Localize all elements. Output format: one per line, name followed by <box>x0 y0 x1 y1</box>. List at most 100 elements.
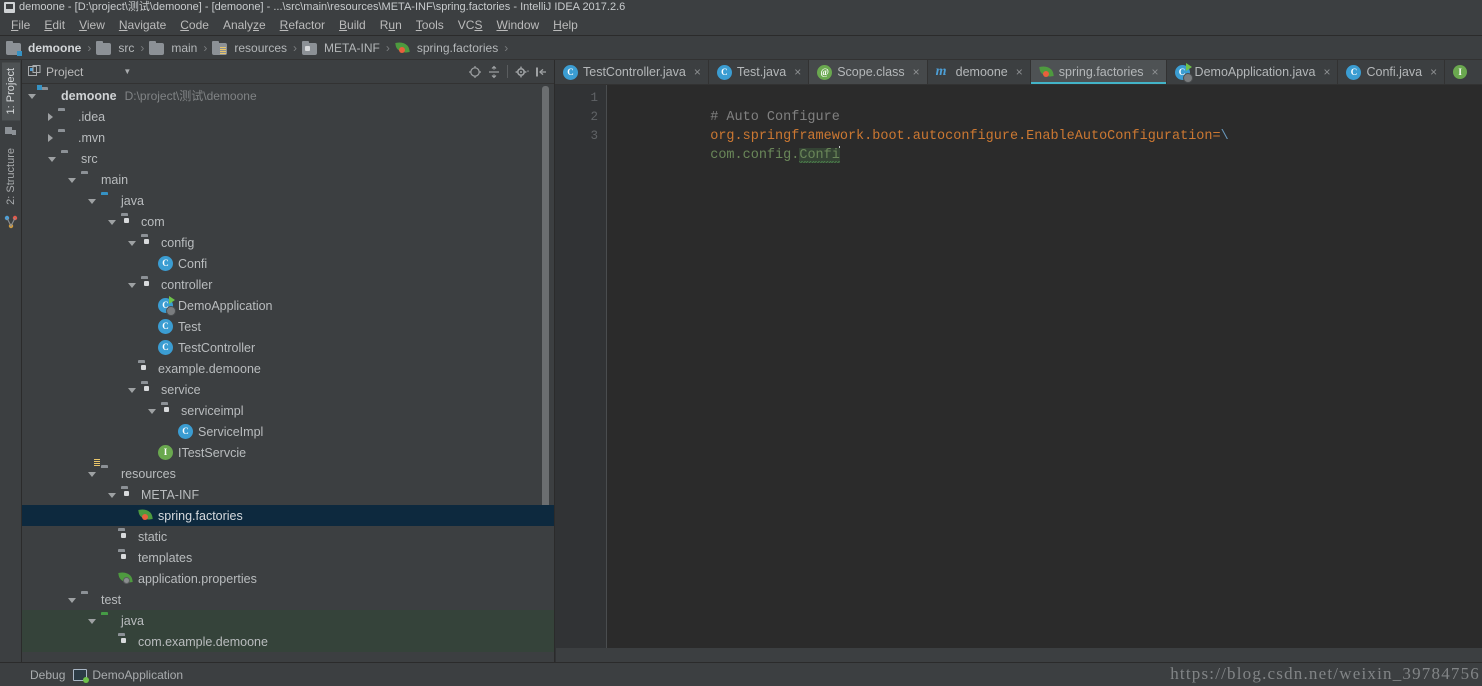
editor-tab-close-icon[interactable]: × <box>1152 65 1159 79</box>
tool-window-tab-structure[interactable]: 2: Structure <box>2 142 20 211</box>
menu-vcs[interactable]: VCS <box>451 15 490 35</box>
tree-row[interactable]: demoone D:\project\测试\demoone <box>22 84 554 106</box>
tree-row[interactable]: templates <box>22 547 554 568</box>
tree-row[interactable]: C DemoApplication <box>22 295 554 316</box>
breadcrumb-item-main[interactable]: main <box>149 40 197 55</box>
tree-row[interactable]: C TestController <box>22 337 554 358</box>
editor-tab-close-icon[interactable]: × <box>913 65 920 79</box>
hide-panel-icon[interactable] <box>532 63 550 81</box>
expand-arrow-open-icon[interactable] <box>28 94 36 99</box>
tree-row[interactable]: controller <box>22 274 554 295</box>
tree-row[interactable]: test <box>22 589 554 610</box>
tree-row[interactable]: spring.factories <box>22 505 554 526</box>
expand-arrow-open-icon[interactable] <box>48 157 56 162</box>
menu-navigate[interactable]: Navigate <box>112 15 173 35</box>
breadcrumb-item-demoone[interactable]: demoone <box>6 40 81 56</box>
editor-tab-spring-factories[interactable]: spring.factories × <box>1030 60 1167 84</box>
watermark-url: https://blog.csdn.net/weixin_39784756 <box>1170 664 1480 683</box>
breadcrumb-item-src[interactable]: src <box>96 40 134 55</box>
breadcrumb-item-spring-factories[interactable]: spring.factories <box>395 40 498 55</box>
breadcrumb-label: META-INF <box>324 40 380 55</box>
chevron-down-icon[interactable]: ▼ <box>123 67 131 76</box>
tree-row[interactable]: C Test <box>22 316 554 337</box>
tree-row[interactable]: C Confi <box>22 253 554 274</box>
tree-row[interactable]: main <box>22 169 554 190</box>
expand-arrow-open-icon[interactable] <box>128 241 136 246</box>
editor-tab-close-icon[interactable]: × <box>1430 65 1437 79</box>
package-folder-icon <box>161 403 177 419</box>
menu-help[interactable]: Help <box>546 15 585 35</box>
editor-tab-overflow[interactable]: I <box>1445 60 1476 84</box>
expand-arrow-open-icon[interactable] <box>68 598 76 603</box>
tree-row[interactable]: META-INF <box>22 484 554 505</box>
java-class-icon: C <box>158 255 174 272</box>
expand-arrow-open-icon[interactable] <box>108 493 116 498</box>
editor-tab-demoone[interactable]: m demoone × <box>928 60 1031 84</box>
code-content[interactable]: # Auto Configure org.springframework.boo… <box>607 85 1482 662</box>
editor-tab-close-icon[interactable]: × <box>1323 65 1330 79</box>
tree-row[interactable]: .idea <box>22 106 554 127</box>
editor-tab-demoapplication-java[interactable]: C DemoApplication.java × <box>1167 60 1339 84</box>
editor-tab-close-icon[interactable]: × <box>794 65 801 79</box>
tree-row-label: controller <box>161 277 213 292</box>
tree-row[interactable]: service <box>22 379 554 400</box>
editor-tab-scope-class[interactable]: @ Scope.class × <box>809 60 928 84</box>
expand-arrow-open-icon[interactable] <box>88 199 96 204</box>
tree-row-label: com.example.demoone <box>138 634 268 649</box>
expand-arrow-open-icon[interactable] <box>128 388 136 393</box>
collapse-all-icon[interactable] <box>485 63 503 81</box>
menu-window[interactable]: Window <box>489 15 546 35</box>
menu-file[interactable]: File <box>4 15 37 35</box>
expand-arrow-open-icon[interactable] <box>148 409 156 414</box>
tree-row[interactable]: static <box>22 526 554 547</box>
menu-build[interactable]: Build <box>332 15 373 35</box>
project-tree[interactable]: demoone D:\project\测试\demoone .idea .mvn src… <box>22 84 554 662</box>
tree-row[interactable]: src <box>22 148 554 169</box>
tree-row[interactable]: resources <box>22 458 554 484</box>
status-run-configuration[interactable]: DemoApplication <box>73 668 191 683</box>
menu-code[interactable]: Code <box>173 15 216 35</box>
tree-row[interactable]: I ITestServcie <box>22 442 554 463</box>
menu-view[interactable]: View <box>72 15 112 35</box>
settings-gear-icon[interactable] <box>513 63 531 81</box>
editor-tab-test-java[interactable]: C Test.java × <box>709 60 810 84</box>
editor-tab-testcontroller-java[interactable]: C TestController.java × <box>555 60 709 84</box>
tree-row[interactable]: java <box>22 610 554 631</box>
expand-arrow-open-icon[interactable] <box>128 283 136 288</box>
intellij-window: demoone - [D:\project\测试\demoone] - [dem… <box>0 0 1482 686</box>
tree-row[interactable]: .mvn <box>22 127 554 148</box>
expand-arrow-open-icon[interactable] <box>68 178 76 183</box>
tree-row-label: demoone <box>61 88 117 103</box>
tool-window-tab-project[interactable]: 1: Project <box>1 62 20 121</box>
tree-row[interactable]: serviceimpl <box>22 400 554 421</box>
menu-edit[interactable]: Edit <box>37 15 72 35</box>
breadcrumb-item-resources[interactable]: resources <box>212 40 287 55</box>
menu-run[interactable]: Run <box>373 15 409 35</box>
menu-tools[interactable]: Tools <box>409 15 451 35</box>
tree-row[interactable]: java <box>22 190 554 211</box>
breadcrumb-item-meta-inf[interactable]: META-INF <box>302 40 380 55</box>
tree-row[interactable]: C ServiceImpl <box>22 421 554 442</box>
package-folder-icon <box>141 277 157 293</box>
editor-tab-label: Confi.java <box>1366 65 1423 79</box>
locate-file-icon[interactable] <box>466 63 484 81</box>
tree-row[interactable]: example.demoone <box>22 358 554 379</box>
tree-row[interactable]: com.example.demoone <box>22 631 554 652</box>
expand-arrow-open-icon[interactable] <box>88 472 96 477</box>
editor-tab-close-icon[interactable]: × <box>694 65 701 79</box>
expand-arrow-closed-icon[interactable] <box>48 133 53 142</box>
tree-row[interactable]: config <box>22 232 554 253</box>
java-annotation-icon: @ <box>817 64 833 80</box>
menu-refactor[interactable]: Refactor <box>273 15 332 35</box>
editor-tab-confi-java[interactable]: C Confi.java × <box>1338 60 1446 84</box>
tree-row[interactable]: application.properties <box>22 568 554 589</box>
expand-arrow-open-icon[interactable] <box>88 619 96 624</box>
java-class-icon: C <box>178 423 194 440</box>
code-editor[interactable]: 1 2 3 # Auto Configure org.springframework… <box>555 85 1482 662</box>
expand-arrow-open-icon[interactable] <box>108 220 116 225</box>
module-folder-icon <box>6 40 22 56</box>
menu-analyze[interactable]: Analyze <box>216 15 273 35</box>
tree-row[interactable]: com <box>22 211 554 232</box>
editor-tab-close-icon[interactable]: × <box>1016 65 1023 79</box>
expand-arrow-closed-icon[interactable] <box>48 112 53 121</box>
